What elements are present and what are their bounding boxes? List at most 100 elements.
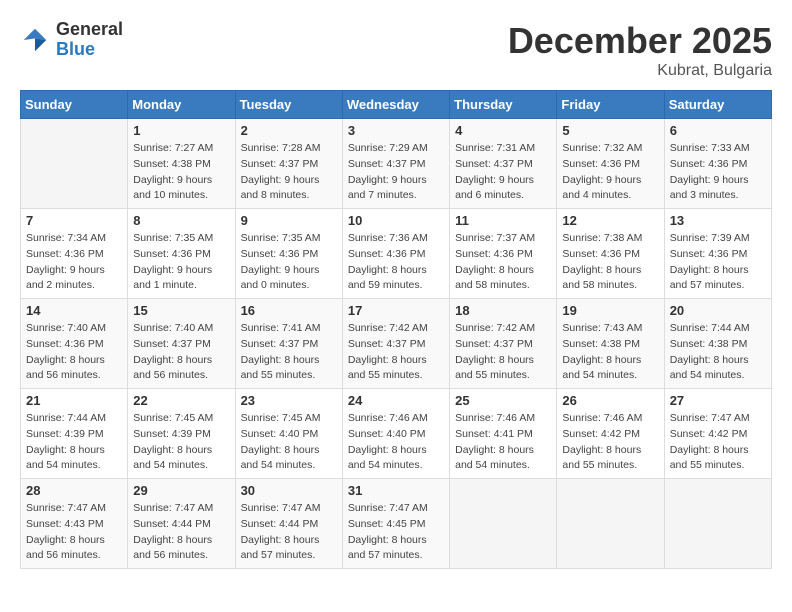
- day-info: Sunrise: 7:35 AMSunset: 4:36 PMDaylight:…: [133, 231, 229, 294]
- day-info: Sunrise: 7:47 AMSunset: 4:44 PMDaylight:…: [133, 501, 229, 564]
- day-info: Sunrise: 7:47 AMSunset: 4:42 PMDaylight:…: [670, 411, 766, 474]
- day-info: Sunrise: 7:31 AMSunset: 4:37 PMDaylight:…: [455, 141, 551, 204]
- logo-icon: [20, 25, 50, 55]
- location: Kubrat, Bulgaria: [508, 62, 772, 80]
- calendar-cell: 2 Sunrise: 7:28 AMSunset: 4:37 PMDaylight…: [235, 119, 342, 209]
- day-info: Sunrise: 7:40 AMSunset: 4:37 PMDaylight:…: [133, 321, 229, 384]
- day-info: Sunrise: 7:34 AMSunset: 4:36 PMDaylight:…: [26, 231, 122, 294]
- day-info: Sunrise: 7:44 AMSunset: 4:39 PMDaylight:…: [26, 411, 122, 474]
- column-header-sunday: Sunday: [21, 91, 128, 119]
- day-info: Sunrise: 7:45 AMSunset: 4:39 PMDaylight:…: [133, 411, 229, 474]
- day-info: Sunrise: 7:43 AMSunset: 4:38 PMDaylight:…: [562, 321, 658, 384]
- page-header: General Blue December 2025 Kubrat, Bulga…: [20, 20, 772, 80]
- column-header-monday: Monday: [128, 91, 235, 119]
- calendar-cell: [664, 479, 771, 569]
- calendar-cell: 28 Sunrise: 7:47 AMSunset: 4:43 PMDayligh…: [21, 479, 128, 569]
- day-number: 1: [133, 123, 229, 138]
- calendar-cell: 12Sunrise: 7:38 AMSunset: 4:36 PMDayligh…: [557, 209, 664, 299]
- column-header-thursday: Thursday: [450, 91, 557, 119]
- day-number: 19: [562, 303, 658, 318]
- month-title: December 2025: [508, 20, 772, 62]
- calendar-cell: [450, 479, 557, 569]
- calendar-cell: 7 Sunrise: 7:34 AMSunset: 4:36 PMDaylight…: [21, 209, 128, 299]
- day-info: Sunrise: 7:36 AMSunset: 4:36 PMDaylight:…: [348, 231, 444, 294]
- calendar-cell: 30 Sunrise: 7:47 AMSunset: 4:44 PMDayligh…: [235, 479, 342, 569]
- calendar-cell: 1 Sunrise: 7:27 AMSunset: 4:38 PMDaylight…: [128, 119, 235, 209]
- logo-general: General: [56, 19, 123, 39]
- calendar-week-row: 28 Sunrise: 7:47 AMSunset: 4:43 PMDayligh…: [21, 479, 772, 569]
- day-number: 28: [26, 483, 122, 498]
- calendar-cell: 27 Sunrise: 7:47 AMSunset: 4:42 PMDayligh…: [664, 389, 771, 479]
- day-info: Sunrise: 7:40 AMSunset: 4:36 PMDaylight:…: [26, 321, 122, 384]
- day-info: Sunrise: 7:41 AMSunset: 4:37 PMDaylight:…: [241, 321, 337, 384]
- day-number: 7: [26, 213, 122, 228]
- day-info: Sunrise: 7:32 AMSunset: 4:36 PMDaylight:…: [562, 141, 658, 204]
- calendar-cell: [557, 479, 664, 569]
- calendar-cell: 23Sunrise: 7:45 AMSunset: 4:40 PMDayligh…: [235, 389, 342, 479]
- day-number: 3: [348, 123, 444, 138]
- day-number: 11: [455, 213, 551, 228]
- day-info: Sunrise: 7:44 AMSunset: 4:38 PMDaylight:…: [670, 321, 766, 384]
- day-info: Sunrise: 7:27 AMSunset: 4:38 PMDaylight:…: [133, 141, 229, 204]
- logo: General Blue: [20, 20, 123, 60]
- calendar-cell: 9Sunrise: 7:35 AMSunset: 4:36 PMDaylight…: [235, 209, 342, 299]
- calendar-cell: 5 Sunrise: 7:32 AMSunset: 4:36 PMDaylight…: [557, 119, 664, 209]
- calendar-cell: 29 Sunrise: 7:47 AMSunset: 4:44 PMDayligh…: [128, 479, 235, 569]
- day-number: 14: [26, 303, 122, 318]
- column-header-wednesday: Wednesday: [342, 91, 449, 119]
- calendar-cell: 22 Sunrise: 7:45 AMSunset: 4:39 PMDayligh…: [128, 389, 235, 479]
- calendar-cell: 18Sunrise: 7:42 AMSunset: 4:37 PMDayligh…: [450, 299, 557, 389]
- calendar-cell: 10 Sunrise: 7:36 AMSunset: 4:36 PMDayligh…: [342, 209, 449, 299]
- column-header-friday: Friday: [557, 91, 664, 119]
- calendar-cell: 11Sunrise: 7:37 AMSunset: 4:36 PMDayligh…: [450, 209, 557, 299]
- day-info: Sunrise: 7:29 AMSunset: 4:37 PMDaylight:…: [348, 141, 444, 204]
- calendar-week-row: 1 Sunrise: 7:27 AMSunset: 4:38 PMDaylight…: [21, 119, 772, 209]
- calendar-table: SundayMondayTuesdayWednesdayThursdayFrid…: [20, 90, 772, 569]
- day-number: 21: [26, 393, 122, 408]
- calendar-cell: 6 Sunrise: 7:33 AMSunset: 4:36 PMDaylight…: [664, 119, 771, 209]
- day-number: 29: [133, 483, 229, 498]
- column-header-tuesday: Tuesday: [235, 91, 342, 119]
- calendar-cell: 16 Sunrise: 7:41 AMSunset: 4:37 PMDayligh…: [235, 299, 342, 389]
- calendar-cell: 8 Sunrise: 7:35 AMSunset: 4:36 PMDaylight…: [128, 209, 235, 299]
- day-number: 4: [455, 123, 551, 138]
- day-info: Sunrise: 7:33 AMSunset: 4:36 PMDaylight:…: [670, 141, 766, 204]
- day-number: 5: [562, 123, 658, 138]
- day-number: 31: [348, 483, 444, 498]
- day-info: Sunrise: 7:28 AMSunset: 4:37 PMDaylight:…: [241, 141, 337, 204]
- calendar-week-row: 21 Sunrise: 7:44 AMSunset: 4:39 PMDayligh…: [21, 389, 772, 479]
- calendar-cell: 13Sunrise: 7:39 AMSunset: 4:36 PMDayligh…: [664, 209, 771, 299]
- calendar-cell: 25 Sunrise: 7:46 AMSunset: 4:41 PMDayligh…: [450, 389, 557, 479]
- day-number: 25: [455, 393, 551, 408]
- day-number: 26: [562, 393, 658, 408]
- calendar-week-row: 14 Sunrise: 7:40 AMSunset: 4:36 PMDayligh…: [21, 299, 772, 389]
- day-info: Sunrise: 7:42 AMSunset: 4:37 PMDaylight:…: [455, 321, 551, 384]
- day-number: 22: [133, 393, 229, 408]
- title-area: December 2025 Kubrat, Bulgaria: [508, 20, 772, 80]
- column-header-saturday: Saturday: [664, 91, 771, 119]
- calendar-cell: 15 Sunrise: 7:40 AMSunset: 4:37 PMDayligh…: [128, 299, 235, 389]
- logo-blue: Blue: [56, 39, 95, 59]
- day-number: 16: [241, 303, 337, 318]
- day-number: 8: [133, 213, 229, 228]
- calendar-cell: 17Sunrise: 7:42 AMSunset: 4:37 PMDayligh…: [342, 299, 449, 389]
- day-number: 12: [562, 213, 658, 228]
- day-number: 17: [348, 303, 444, 318]
- day-number: 30: [241, 483, 337, 498]
- day-info: Sunrise: 7:47 AMSunset: 4:43 PMDaylight:…: [26, 501, 122, 564]
- calendar-cell: 24Sunrise: 7:46 AMSunset: 4:40 PMDayligh…: [342, 389, 449, 479]
- day-number: 15: [133, 303, 229, 318]
- day-number: 6: [670, 123, 766, 138]
- day-number: 10: [348, 213, 444, 228]
- calendar-cell: 26 Sunrise: 7:46 AMSunset: 4:42 PMDayligh…: [557, 389, 664, 479]
- calendar-cell: [21, 119, 128, 209]
- day-number: 13: [670, 213, 766, 228]
- day-info: Sunrise: 7:35 AMSunset: 4:36 PMDaylight:…: [241, 231, 337, 294]
- day-number: 27: [670, 393, 766, 408]
- calendar-header-row: SundayMondayTuesdayWednesdayThursdayFrid…: [21, 91, 772, 119]
- day-info: Sunrise: 7:46 AMSunset: 4:42 PMDaylight:…: [562, 411, 658, 474]
- day-info: Sunrise: 7:47 AMSunset: 4:44 PMDaylight:…: [241, 501, 337, 564]
- day-info: Sunrise: 7:46 AMSunset: 4:41 PMDaylight:…: [455, 411, 551, 474]
- calendar-cell: 19 Sunrise: 7:43 AMSunset: 4:38 PMDayligh…: [557, 299, 664, 389]
- day-number: 2: [241, 123, 337, 138]
